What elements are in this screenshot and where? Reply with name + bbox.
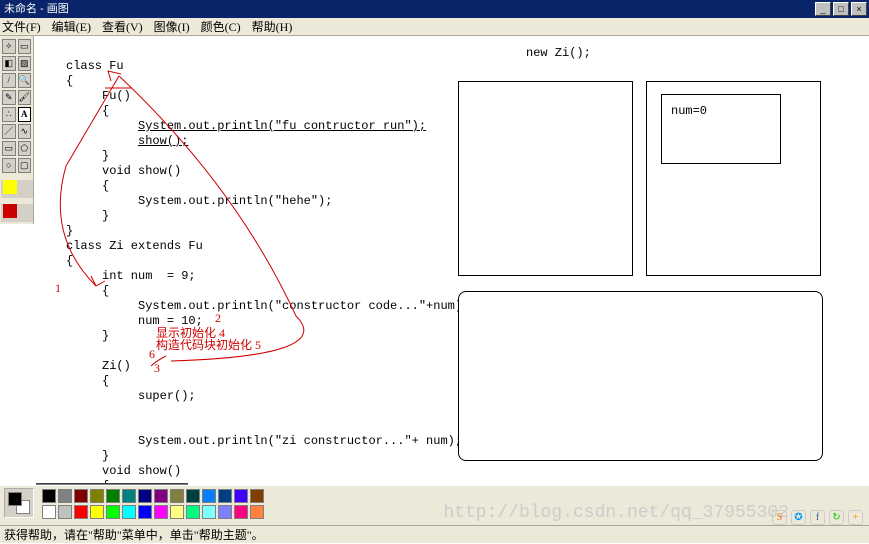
toolbox: ✧▭ ◧▨ /🔍 ✎🖌 ∴A ／∿ ▭⬠ ○▢: [0, 36, 34, 224]
palette-grid: [41, 488, 265, 520]
palette-color[interactable]: [74, 505, 88, 519]
tool-rect[interactable]: ▭: [2, 141, 16, 156]
palette-color[interactable]: [202, 489, 216, 503]
tool-rect-select[interactable]: ▭: [18, 39, 32, 54]
tool-fill[interactable]: ▨: [18, 56, 32, 71]
close-button[interactable]: ×: [851, 2, 867, 16]
menu-view[interactable]: 查看(V): [102, 20, 143, 34]
share-icon[interactable]: f: [810, 510, 825, 525]
tool-brush[interactable]: 🖌: [18, 90, 32, 105]
watermark: http://blog.csdn.net/qq_37955302: [443, 503, 789, 523]
ann-1: 1: [55, 281, 61, 296]
palette-color[interactable]: [154, 489, 168, 503]
palette-color[interactable]: [58, 505, 72, 519]
box-bottom: [458, 291, 823, 461]
menu-file[interactable]: 文件(F): [2, 20, 41, 34]
tool-airbrush[interactable]: ∴: [2, 107, 16, 122]
palette-color[interactable]: [154, 505, 168, 519]
menu-color[interactable]: 颜色(C): [201, 20, 241, 34]
palette-color[interactable]: [58, 489, 72, 503]
tool-polygon[interactable]: ⬠: [18, 141, 32, 156]
status-text: 获得帮助，请在"帮助"菜单中，单击"帮助主题"。: [4, 528, 264, 542]
menu-image[interactable]: 图像(I): [154, 20, 190, 34]
tool-ellipse[interactable]: ○: [2, 158, 16, 173]
maximize-button[interactable]: □: [833, 2, 849, 16]
palette-color[interactable]: [250, 505, 264, 519]
palette-color[interactable]: [74, 489, 88, 503]
title-bar: 未命名 - 画图 _ □ ×: [0, 0, 869, 18]
palette-color[interactable]: [122, 489, 136, 503]
share-icons: S ✪ f ↻ +: [771, 509, 863, 525]
ann-6: 6: [149, 347, 155, 362]
share-icon[interactable]: +: [848, 510, 863, 525]
ann-3: 3: [154, 361, 160, 376]
tool-picker[interactable]: /: [2, 73, 16, 88]
share-icon[interactable]: S: [772, 510, 787, 525]
canvas-area[interactable]: class Fu { Fu() { System.out.println("fu…: [36, 36, 869, 485]
palette-color[interactable]: [90, 505, 104, 519]
tool-zoom[interactable]: 🔍: [18, 73, 32, 88]
palette-color[interactable]: [202, 505, 216, 519]
share-icon[interactable]: ✪: [791, 510, 806, 525]
menu-edit[interactable]: 编辑(E): [52, 20, 91, 34]
tool-text[interactable]: A: [18, 107, 32, 122]
color-well[interactable]: [4, 488, 34, 518]
share-icon[interactable]: ↻: [829, 510, 844, 525]
palette-color[interactable]: [90, 489, 104, 503]
palette-color[interactable]: [122, 505, 136, 519]
palette-color[interactable]: [218, 505, 232, 519]
palette-color[interactable]: [234, 489, 248, 503]
app-title: 未命名 - 画图: [4, 0, 69, 18]
palette-color[interactable]: [170, 505, 184, 519]
palette-color[interactable]: [42, 505, 56, 519]
tool-curve[interactable]: ∿: [18, 124, 32, 139]
code-text: class Fu { Fu() { System.out.println("fu…: [66, 44, 469, 485]
status-bar: 获得帮助，请在"帮助"菜单中，单击"帮助主题"。: [0, 525, 869, 543]
palette-color[interactable]: [218, 489, 232, 503]
minimize-button[interactable]: _: [815, 2, 831, 16]
num-label: num=0: [671, 104, 707, 118]
palette-color[interactable]: [138, 489, 152, 503]
tool-rounded-rect[interactable]: ▢: [18, 158, 32, 173]
palette-color[interactable]: [106, 505, 120, 519]
tool-option-2[interactable]: [1, 204, 33, 222]
right-call: new Zi();: [526, 46, 591, 60]
palette-color[interactable]: [186, 505, 200, 519]
ann-5: 构造代码块初始化 5: [156, 336, 261, 353]
menu-bar: 文件(F) 编辑(E) 查看(V) 图像(I) 颜色(C) 帮助(H): [0, 18, 869, 36]
palette-color[interactable]: [170, 489, 184, 503]
palette-color[interactable]: [106, 489, 120, 503]
palette-color[interactable]: [234, 505, 248, 519]
palette-color[interactable]: [250, 489, 264, 503]
tool-freeform-select[interactable]: ✧: [2, 39, 16, 54]
tool-eraser[interactable]: ◧: [2, 56, 16, 71]
palette-color[interactable]: [186, 489, 200, 503]
tool-option-1[interactable]: [1, 180, 33, 198]
palette-color[interactable]: [138, 505, 152, 519]
tool-line[interactable]: ／: [2, 124, 16, 139]
menu-help[interactable]: 帮助(H): [252, 20, 293, 34]
tool-pencil[interactable]: ✎: [2, 90, 16, 105]
box-left: [458, 81, 633, 276]
palette-color[interactable]: [42, 489, 56, 503]
